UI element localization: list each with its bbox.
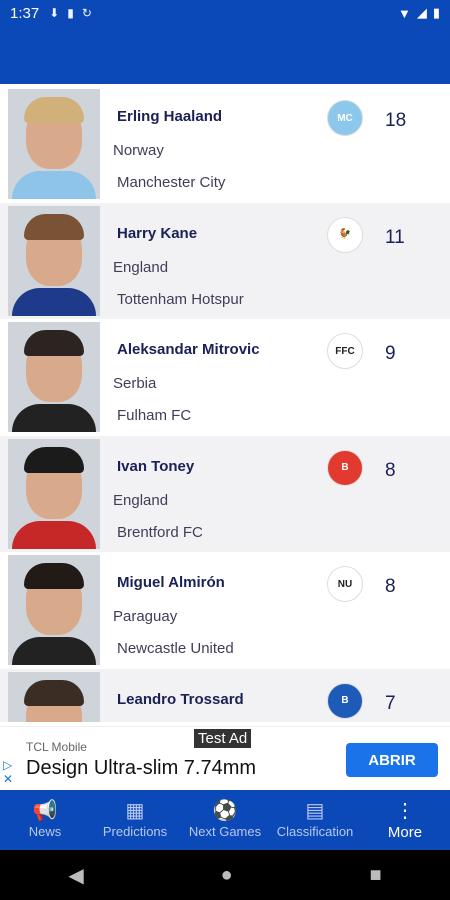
app-bar bbox=[0, 26, 450, 84]
ad-cta-button[interactable]: ABRIR bbox=[346, 743, 438, 777]
player-row[interactable]: Erling Haaland Norway Manchester City MC… bbox=[0, 86, 450, 203]
nav-classification-label: Classification bbox=[276, 824, 354, 839]
status-time: 1:37 bbox=[10, 4, 40, 22]
player-info: Harry Kane England Tottenham Hotspur bbox=[112, 203, 312, 320]
player-row[interactable]: Harry Kane England Tottenham Hotspur 🐓 1… bbox=[0, 202, 450, 320]
battery-icon: ▮ bbox=[432, 5, 440, 20]
player-photo bbox=[8, 89, 100, 199]
player-info: Ivan Toney England Brentford FC bbox=[112, 436, 312, 553]
player-name: Ivan Toney bbox=[117, 457, 195, 475]
grid-icon: ▦ bbox=[125, 800, 145, 822]
table-icon: ▤ bbox=[305, 800, 325, 822]
player-hair bbox=[24, 679, 84, 706]
wifi-icon: ▼ bbox=[397, 5, 411, 21]
system-nav-bar: ◀ ● ■ bbox=[0, 850, 450, 900]
player-shirt bbox=[12, 171, 96, 199]
player-country: Serbia bbox=[113, 375, 157, 392]
adchoices-icon[interactable]: ▷ ✕ bbox=[3, 758, 13, 786]
sd-card-icon: ▮ bbox=[67, 6, 74, 20]
player-photo bbox=[8, 205, 100, 316]
bottom-nav: 📢 News ▦ Predictions ⚽ Next Games ▤ Clas… bbox=[0, 790, 450, 850]
player-country: Norway bbox=[113, 142, 164, 159]
player-info: Aleksandar Mitrovic Serbia Fulham FC bbox=[112, 319, 312, 436]
player-club: Brentford FC bbox=[117, 523, 203, 541]
nav-more[interactable]: ⋮ More bbox=[360, 790, 450, 850]
nav-classification[interactable]: ▤ Classification bbox=[270, 790, 360, 850]
player-goals: 11 bbox=[385, 226, 405, 248]
player-goals: 8 bbox=[385, 459, 396, 481]
club-crest-icon: B bbox=[327, 449, 363, 486]
player-name: Leandro Trossard bbox=[117, 690, 244, 708]
nav-news[interactable]: 📢 News bbox=[0, 790, 90, 850]
status-bar: 1:37 ⬇ ▮ ↻ ▼ ◢ ▮ bbox=[0, 0, 450, 26]
club-crest-icon: FFC bbox=[327, 333, 363, 369]
player-hair bbox=[24, 446, 84, 473]
player-photo bbox=[8, 438, 100, 549]
player-goals: 9 bbox=[385, 343, 396, 364]
soccer-player-icon: ⚽ bbox=[212, 800, 238, 822]
player-info: Erling Haaland Norway Manchester City bbox=[112, 86, 312, 203]
ad-advertiser: TCL Mobile bbox=[26, 740, 87, 754]
player-photo bbox=[8, 322, 100, 432]
player-shirt bbox=[12, 287, 96, 316]
signal-icon: ◢ bbox=[416, 5, 427, 20]
player-name: Harry Kane bbox=[117, 224, 198, 242]
player-name: Aleksandar Mitrovic bbox=[117, 341, 260, 358]
recents-icon[interactable]: ■ bbox=[369, 864, 381, 887]
player-club: Newcastle United bbox=[117, 640, 234, 657]
player-photo bbox=[8, 671, 100, 722]
nav-more-label: More bbox=[387, 824, 423, 841]
club-crest-icon: NU bbox=[327, 566, 363, 602]
player-hair bbox=[24, 563, 84, 589]
player-shirt bbox=[12, 404, 96, 432]
player-row[interactable]: Miguel Almirón Paraguay Newcastle United… bbox=[0, 552, 450, 669]
ad-label: Test Ad bbox=[194, 729, 252, 748]
club-crest-icon: B bbox=[327, 682, 363, 719]
ad-banner[interactable]: Test Ad TCL Mobile ▷ ✕ Design Ultra-slim … bbox=[0, 726, 450, 790]
player-club: Tottenham Hotspur bbox=[117, 290, 244, 308]
player-name: Miguel Almirón bbox=[117, 574, 225, 591]
club-crest-icon: 🐓 bbox=[327, 216, 363, 253]
player-country: England bbox=[113, 491, 169, 509]
ad-headline[interactable]: Design Ultra-slim 7.74mm bbox=[26, 757, 256, 780]
player-hair bbox=[24, 330, 84, 356]
scorers-list[interactable]: Erling Haaland Norway Manchester City MC… bbox=[0, 86, 450, 722]
player-shirt bbox=[12, 520, 96, 549]
player-country: Paraguay bbox=[113, 608, 178, 625]
megaphone-icon: 📢 bbox=[32, 800, 58, 822]
player-info: Leandro Trossard bbox=[112, 669, 312, 723]
sync-icon: ↻ bbox=[81, 6, 92, 20]
player-info: Miguel Almirón Paraguay Newcastle United bbox=[112, 552, 312, 669]
player-goals: 18 bbox=[385, 110, 407, 131]
player-club: Fulham FC bbox=[117, 407, 192, 424]
player-name: Erling Haaland bbox=[117, 108, 223, 125]
player-country: England bbox=[113, 258, 169, 276]
player-goals: 8 bbox=[385, 576, 396, 597]
club-crest-icon: MC bbox=[327, 100, 363, 136]
player-photo bbox=[8, 555, 100, 665]
nav-news-label: News bbox=[28, 824, 62, 839]
home-icon[interactable]: ● bbox=[221, 864, 233, 887]
nav-predictions-label: Predictions bbox=[102, 824, 168, 839]
download-icon: ⬇ bbox=[49, 6, 60, 20]
player-goals: 7 bbox=[385, 692, 396, 714]
player-row[interactable]: Leandro Trossard B 7 bbox=[0, 668, 450, 723]
back-icon[interactable]: ◀ bbox=[68, 863, 83, 888]
player-hair bbox=[24, 97, 84, 123]
status-right-icons: ▼ ◢ ▮ bbox=[398, 5, 440, 21]
nav-next-games[interactable]: ⚽ Next Games bbox=[180, 790, 270, 850]
player-row[interactable]: Ivan Toney England Brentford FC B 8 bbox=[0, 435, 450, 553]
player-hair bbox=[24, 213, 84, 240]
nav-predictions[interactable]: ▦ Predictions bbox=[90, 790, 180, 850]
more-vert-icon: ⋮ bbox=[395, 800, 415, 822]
player-shirt bbox=[12, 637, 96, 665]
player-row[interactable]: Aleksandar Mitrovic Serbia Fulham FC FFC… bbox=[0, 319, 450, 436]
nav-next-games-label: Next Games bbox=[188, 824, 262, 839]
player-club: Manchester City bbox=[117, 174, 226, 191]
